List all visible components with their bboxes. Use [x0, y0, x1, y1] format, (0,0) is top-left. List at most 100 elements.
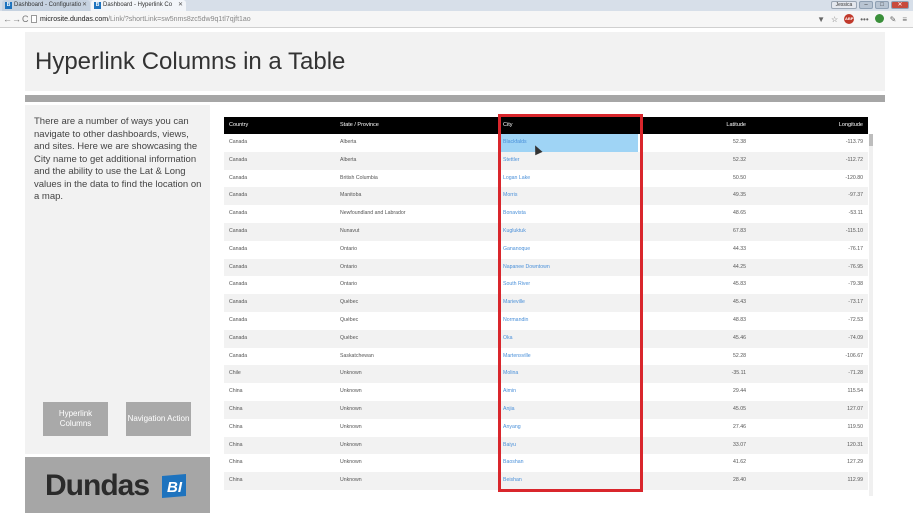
- cell-latitude: 52.38: [733, 139, 746, 145]
- browser-tab-2[interactable]: B Dashboard - Hyperlink Co ✕: [91, 0, 186, 11]
- cell-latitude: 44.25: [733, 263, 746, 270]
- cell-country: China: [229, 388, 243, 395]
- cell-latitude: 45.83: [733, 281, 746, 288]
- star-icon[interactable]: ☆: [831, 14, 838, 25]
- cell-country: China: [229, 441, 243, 448]
- dashboard-header: Hyperlink Columns in a Table: [25, 32, 885, 91]
- cell-country: China: [229, 477, 243, 484]
- url-path: /Link/?shortLink=sw5nms8zc5dw9q1tl7qjft1…: [108, 16, 251, 23]
- logo-bi-text: BI: [167, 479, 183, 496]
- cell-country: Canada: [229, 210, 248, 217]
- cell-country: Canada: [229, 245, 248, 252]
- back-arrow-icon[interactable]: ←: [3, 13, 12, 25]
- cell-state: Ontario: [340, 281, 358, 288]
- cell-longitude: -112.72: [845, 156, 863, 163]
- cell-longitude: -76.17: [848, 245, 863, 252]
- close-tab-icon[interactable]: ✕: [82, 0, 87, 11]
- cell-longitude: -79.38: [848, 281, 863, 288]
- cell-longitude: -74.09: [848, 334, 863, 341]
- cell-latitude: 29.44: [733, 388, 746, 395]
- reload-icon[interactable]: C: [22, 13, 29, 25]
- column-header-state[interactable]: State / Province: [340, 117, 379, 134]
- cell-country: China: [229, 459, 243, 466]
- cell-latitude: 44.33: [733, 245, 746, 252]
- cell-country: Canada: [229, 317, 248, 323]
- cell-country: Canada: [229, 228, 248, 234]
- column-header-latitude[interactable]: Latitude: [726, 117, 746, 134]
- cell-latitude: 49.35: [733, 192, 746, 199]
- cell-longitude: -97.37: [848, 192, 863, 199]
- cell-latitude: 33.07: [733, 441, 746, 448]
- cell-country: Canada: [229, 334, 248, 341]
- cell-latitude: 50.50: [733, 174, 746, 181]
- cell-longitude: -73.17: [848, 299, 863, 306]
- dundas-icon: B: [5, 2, 12, 9]
- column-header-country[interactable]: Country: [229, 117, 248, 134]
- cell-state: Québec: [340, 334, 359, 341]
- navigation-action-button[interactable]: Navigation Action: [126, 402, 191, 436]
- cell-country: Canada: [229, 139, 248, 145]
- maximize-button[interactable]: □: [875, 1, 889, 9]
- cell-state: Unknown: [340, 388, 362, 395]
- hyperlink-columns-button[interactable]: Hyperlink Columns: [43, 402, 108, 436]
- cell-state: Alberta: [340, 139, 357, 145]
- dundas-bi-logo: Dundas BI: [25, 457, 210, 513]
- browser-tab-1[interactable]: B Dashboard - Configuratio ✕: [2, 0, 90, 11]
- cell-state: Saskatchewan: [340, 352, 374, 359]
- bi-logo-icon: BI: [162, 474, 186, 498]
- cell-longitude: -115.10: [845, 228, 863, 234]
- cell-state: British Columbia: [340, 174, 378, 181]
- table-scrollbar[interactable]: [869, 134, 873, 496]
- cell-state: Ontario: [340, 263, 358, 270]
- menu-icon[interactable]: ≡: [902, 14, 907, 25]
- cell-country: Canada: [229, 352, 248, 359]
- cell-latitude: 52.28: [733, 352, 746, 359]
- description-text: There are a number of ways you can navig…: [34, 116, 202, 202]
- cell-state: Unknown: [340, 423, 362, 430]
- cell-state: Unknown: [340, 441, 362, 448]
- column-header-longitude[interactable]: Longitude: [839, 117, 863, 134]
- user-profile-button[interactable]: Jessica: [831, 1, 857, 9]
- logo-text: Dundas: [45, 469, 150, 502]
- pencil-icon[interactable]: ✎: [890, 14, 897, 25]
- filter-icon[interactable]: ▼: [817, 14, 825, 25]
- cell-state: Manitoba: [340, 192, 362, 199]
- cell-latitude: -35.11: [731, 370, 746, 377]
- city-column-highlight: [498, 114, 643, 492]
- dundas-icon: B: [94, 2, 101, 9]
- cell-latitude: 67.83: [733, 228, 746, 234]
- close-window-button[interactable]: ✕: [891, 1, 909, 9]
- cell-country: China: [229, 423, 243, 430]
- address-bar: ← → C microsite.dundas.com/Link/?shortLi…: [0, 11, 913, 28]
- cell-country: Canada: [229, 174, 248, 181]
- cell-state: Newfoundland and Labrador: [340, 210, 406, 217]
- cell-latitude: 52.32: [733, 156, 746, 163]
- toolbar-icons: ▼ ☆ ABP ••• ✎ ≡: [817, 14, 907, 25]
- minimize-button[interactable]: –: [859, 1, 873, 9]
- adblock-icon[interactable]: ABP: [844, 14, 855, 24]
- extension-icon[interactable]: [874, 14, 884, 23]
- cell-longitude: 127.07: [847, 406, 863, 412]
- cell-state: Unknown: [340, 406, 362, 412]
- cell-country: Chile: [229, 370, 241, 377]
- cell-latitude: 41.62: [733, 459, 746, 466]
- cell-country: Canada: [229, 281, 248, 288]
- page-icon: [31, 15, 37, 23]
- forward-arrow-icon[interactable]: →: [12, 13, 21, 25]
- cell-latitude: 48.83: [733, 317, 746, 323]
- cell-longitude: 115.54: [847, 388, 863, 395]
- url-field[interactable]: microsite.dundas.com/Link/?shortLink=sw5…: [40, 14, 251, 25]
- cell-latitude: 28.40: [733, 477, 746, 484]
- close-tab-icon[interactable]: ✕: [178, 0, 183, 11]
- window-controls: Jessica – □ ✕: [831, 1, 909, 10]
- more-icon[interactable]: •••: [860, 14, 868, 25]
- cell-state: Unknown: [340, 477, 362, 484]
- scrollbar-thumb[interactable]: [869, 134, 873, 146]
- cell-latitude: 45.43: [733, 299, 746, 306]
- browser-tab-bar: B Dashboard - Configuratio ✕ B Dashboard…: [0, 0, 913, 11]
- cell-latitude: 45.46: [733, 334, 746, 341]
- cell-longitude: 112.99: [847, 477, 863, 484]
- cell-state: Québec: [340, 317, 359, 323]
- cell-state: Québec: [340, 299, 359, 306]
- cell-longitude: -76.95: [848, 263, 863, 270]
